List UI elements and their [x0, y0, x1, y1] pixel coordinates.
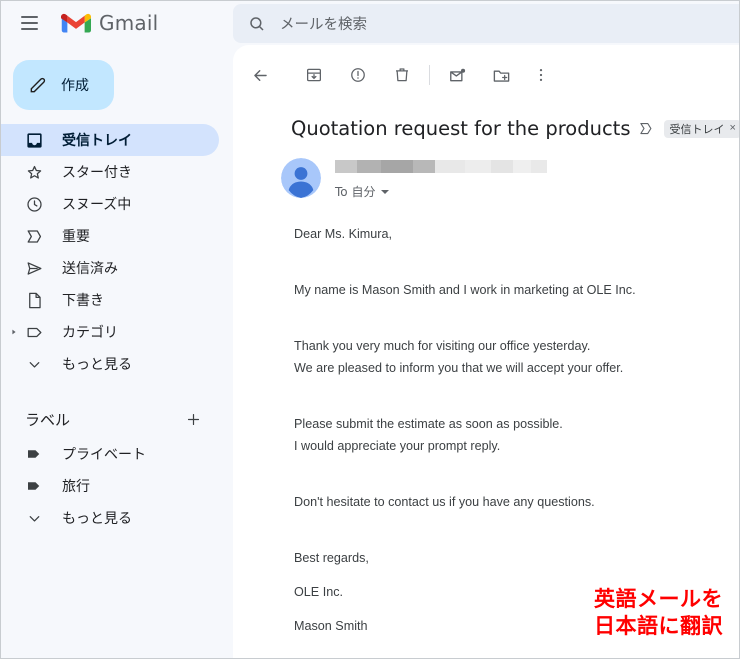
body-paragraph: We are pleased to inform you that we wil…: [294, 361, 624, 375]
hamburger-icon[interactable]: [9, 3, 49, 43]
sidebar-item-label: 下書き: [62, 293, 104, 309]
sidebar-label-text: プライベート: [62, 447, 146, 463]
sidebar-item-label: 重要: [62, 229, 90, 245]
report-spam-button[interactable]: [341, 58, 375, 92]
mark-unread-icon: [449, 68, 465, 81]
label-chip-text: 受信トレイ: [669, 122, 725, 136]
back-button[interactable]: [243, 58, 277, 92]
sidebar-item-drafts[interactable]: 下書き: [1, 284, 219, 316]
sidebar-nav: 受信トレイ スター付き スヌーズ中 重要 送信済み 下書き カテゴリ もっと見る: [1, 124, 233, 380]
avatar-icon[interactable]: [281, 158, 321, 198]
reading-pane: Quotation request for the products 受信トレイ…: [233, 45, 739, 658]
labels-title: ラベル: [25, 410, 71, 429]
body-paragraph: My name is Mason Smith and I work in mar…: [294, 283, 636, 297]
search-bar[interactable]: メールを検索: [233, 4, 739, 43]
compose-button[interactable]: 作成: [13, 60, 114, 110]
sidebar-label-text: 旅行: [62, 479, 90, 495]
clock-icon: [24, 194, 44, 214]
trash-icon: [396, 68, 408, 82]
chevron-down-icon: [24, 508, 44, 528]
tag-icon: [24, 476, 44, 496]
sender-meta: To 自分: [335, 158, 547, 200]
sidebar-item-label: カテゴリ: [62, 325, 118, 341]
sidebar-item-snoozed[interactable]: スヌーズ中: [1, 188, 219, 220]
star-icon: [24, 162, 44, 182]
labels-list: プライベート 旅行 もっと見る: [1, 438, 233, 534]
sidebar-item-label: 送信済み: [62, 261, 118, 277]
chevron-down-icon: [24, 354, 44, 374]
page-title: Quotation request for the products: [291, 117, 631, 140]
search-input[interactable]: メールを検索: [280, 13, 367, 34]
subject-row: Quotation request for the products 受信トレイ…: [291, 117, 739, 140]
top-bar: Gmail メールを検索: [1, 1, 739, 45]
arrow-left-icon: [253, 69, 267, 81]
send-icon: [24, 258, 44, 278]
tag-icon: [24, 444, 44, 464]
archive-icon: [306, 68, 322, 82]
archive-button[interactable]: [297, 58, 331, 92]
sender-row: To 自分: [281, 158, 739, 200]
brand-title: Gmail: [99, 11, 159, 35]
expand-triangle-icon[interactable]: [10, 328, 18, 336]
move-to-folder-icon: [493, 69, 509, 82]
sidebar-label-travel[interactable]: 旅行: [1, 470, 219, 502]
mark-unread-button[interactable]: [440, 58, 474, 92]
label-chip-inbox[interactable]: 受信トレイ ×: [664, 119, 739, 138]
recipient-label: To 自分: [335, 185, 376, 199]
sidebar-item-label: もっと見る: [62, 357, 132, 373]
report-spam-icon: [351, 68, 365, 82]
move-to-button[interactable]: [484, 58, 518, 92]
delete-button[interactable]: [385, 58, 419, 92]
sidebar-item-label: スター付き: [62, 165, 132, 181]
inbox-icon: [24, 130, 44, 150]
more-options-button[interactable]: [524, 58, 558, 92]
draft-icon: [24, 290, 44, 310]
chevron-down-icon[interactable]: [381, 189, 390, 194]
sidebar-label-private[interactable]: プライベート: [1, 438, 219, 470]
sidebar: 作成 受信トレイ スター付き スヌーズ中 重要 送信済み 下書き カテゴリ もっ…: [1, 45, 233, 658]
mail-toolbar: [233, 45, 739, 97]
gmail-logo-icon: [61, 13, 91, 32]
body-paragraph: OLE Inc.: [294, 585, 343, 599]
pencil-icon: [30, 77, 46, 93]
plus-icon[interactable]: [183, 409, 203, 429]
sender-name-redacted: [335, 160, 547, 173]
sidebar-labels-more[interactable]: もっと見る: [1, 502, 219, 534]
body-paragraph: Don't hesitate to contact us if you have…: [294, 495, 595, 509]
body-paragraph: Please submit the estimate as soon as po…: [294, 417, 563, 431]
email-body: Dear Ms. Kimura, My name is Mason Smith …: [294, 227, 714, 634]
important-icon: [24, 226, 44, 246]
sidebar-item-starred[interactable]: スター付き: [1, 156, 219, 188]
toolbar-divider: [429, 65, 430, 85]
important-marker-icon[interactable]: [639, 121, 654, 136]
gmail-logo[interactable]: Gmail: [61, 11, 158, 35]
sidebar-label-text: もっと見る: [62, 511, 132, 527]
label-icon: [24, 322, 44, 342]
search-icon: [250, 16, 264, 31]
sidebar-item-sent[interactable]: 送信済み: [1, 252, 219, 284]
sidebar-item-label: 受信トレイ: [62, 133, 132, 149]
close-icon[interactable]: ×: [729, 123, 735, 134]
body-paragraph: Dear Ms. Kimura,: [294, 227, 392, 241]
compose-label: 作成: [61, 78, 89, 94]
sidebar-item-label: スヌーズ中: [62, 197, 132, 213]
gmail-window: Gmail メールを検索 作成 受信トレイ スター付き スヌーズ中 重要 送信済…: [0, 0, 740, 659]
recipient-line[interactable]: To 自分: [335, 183, 547, 200]
body-paragraph: Thank you very much for visiting our off…: [294, 339, 591, 353]
body-paragraph: Best regards,: [294, 551, 369, 565]
sidebar-item-important[interactable]: 重要: [1, 220, 219, 252]
body-paragraph: Mason Smith: [294, 619, 368, 633]
sidebar-item-categories[interactable]: カテゴリ: [1, 316, 219, 348]
more-vertical-icon: [539, 69, 543, 81]
sidebar-item-inbox[interactable]: 受信トレイ: [1, 124, 219, 156]
labels-section-header: ラベル: [1, 404, 219, 434]
body-paragraph: I would appreciate your prompt reply.: [294, 439, 501, 453]
sidebar-item-more[interactable]: もっと見る: [1, 348, 219, 380]
